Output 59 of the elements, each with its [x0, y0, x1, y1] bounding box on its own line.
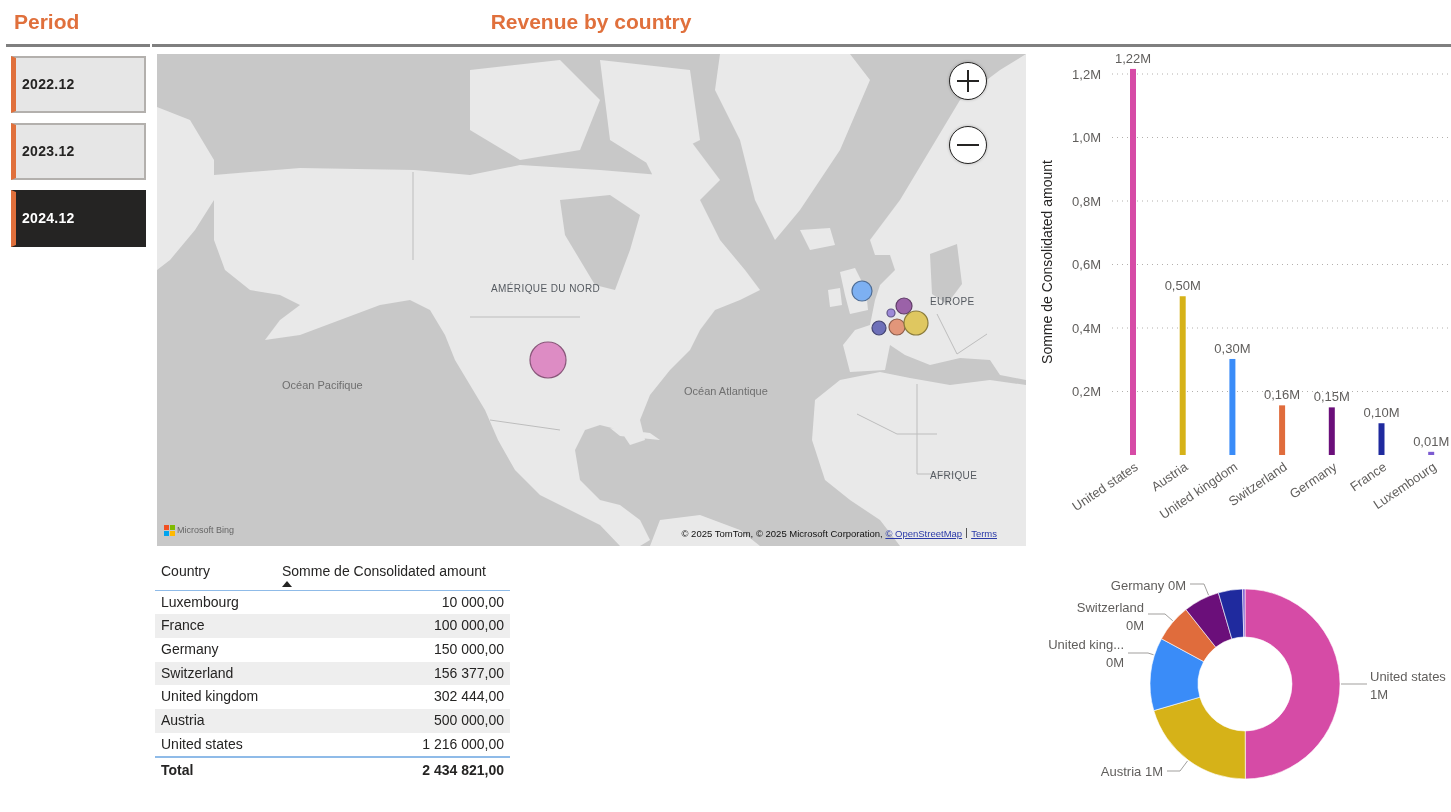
table-cell: 1 216 000,00: [422, 735, 504, 752]
axis-tick-label: 0,4M: [1072, 320, 1101, 336]
table-cell: France: [161, 617, 205, 634]
axis-tick-label: 0,2M: [1072, 384, 1101, 399]
data-label: Germany 0M: [1110, 577, 1186, 593]
minus-icon: [957, 144, 979, 146]
table-cell: 500 000,00: [433, 712, 504, 728]
leader-line: [1189, 583, 1210, 596]
data-label: 1,22M: [1114, 50, 1152, 66]
plus-icon: [957, 70, 979, 92]
table-cell: 156 377,00: [433, 664, 504, 681]
total-value: 2 434 821,00: [422, 762, 504, 779]
data-label: United states 1M: [1370, 668, 1446, 702]
attribution-link[interactable]: © OpenStreetMap: [885, 528, 963, 539]
axis-tick-label: 1,0M: [1072, 130, 1101, 145]
map-label: AFRIQUE: [930, 470, 978, 482]
column-header[interactable]: Somme de Consolidated amount: [282, 563, 504, 580]
data-label: 0,50M: [1164, 278, 1201, 294]
data-label: Switzerland 0M: [1076, 599, 1144, 633]
data-label: 0,16M: [1264, 387, 1301, 403]
table-cell: 10 000,00: [441, 593, 504, 610]
map-label: EUROPE: [930, 296, 975, 308]
table-cell: Austria: [161, 712, 205, 728]
four-squares-logo-icon: [164, 525, 175, 536]
map-label: Océan Pacifique: [282, 379, 363, 391]
axis-tick-label: 0,8M: [1072, 193, 1101, 209]
slicer-button[interactable]: 2023.12: [11, 123, 146, 180]
data-label: 0,30M: [1214, 340, 1251, 356]
leader-line: [1127, 652, 1155, 656]
map-attribution: © 2025 TomTom, © 2025 Microsoft Corporation, © OpenStreetMap Terms: [681, 528, 997, 540]
table-cell: 302 444,00: [433, 688, 504, 705]
slicer-button[interactable]: 2022.12: [11, 56, 146, 113]
data-label: United king... 0M: [1048, 636, 1124, 670]
table-cell: 150 000,00: [433, 640, 504, 657]
leader-line: [1166, 760, 1189, 772]
column-header[interactable]: Country: [161, 563, 270, 580]
table-cell: Germany: [161, 640, 219, 657]
slicer-button[interactable]: 2024.12: [11, 190, 146, 247]
table-cell: United kingdom: [161, 688, 259, 705]
map-title: Revenue by country: [490, 9, 692, 35]
data-label: 0,15M: [1313, 389, 1350, 405]
leader-line: [1340, 683, 1368, 685]
leader-line: [1147, 613, 1174, 622]
table-cell: Luxembourg: [161, 593, 239, 610]
attribution-link[interactable]: Terms: [971, 528, 997, 539]
table-cell: 100 000,00: [433, 617, 504, 634]
data-label: 0,01M: [1413, 433, 1450, 449]
map-label: AMÉRIQUE DU NORD: [491, 283, 601, 295]
table-cell: Switzerland: [161, 664, 234, 681]
table-cell: United states: [161, 735, 243, 752]
slicer-title: Period: [14, 9, 80, 35]
data-label: 0,10M: [1363, 405, 1400, 421]
axis-tick-label: 1,2M: [1072, 66, 1101, 82]
total-label: Total: [161, 762, 194, 779]
map-label: Océan Atlantique: [684, 385, 768, 397]
axis-tick-label: 0,6M: [1072, 257, 1101, 272]
data-label: Austria 1M: [1100, 763, 1163, 779]
axis-title: Somme de Consolidated amount: [1039, 160, 1055, 364]
map-logo-text: Microsoft Bing: [177, 525, 235, 536]
